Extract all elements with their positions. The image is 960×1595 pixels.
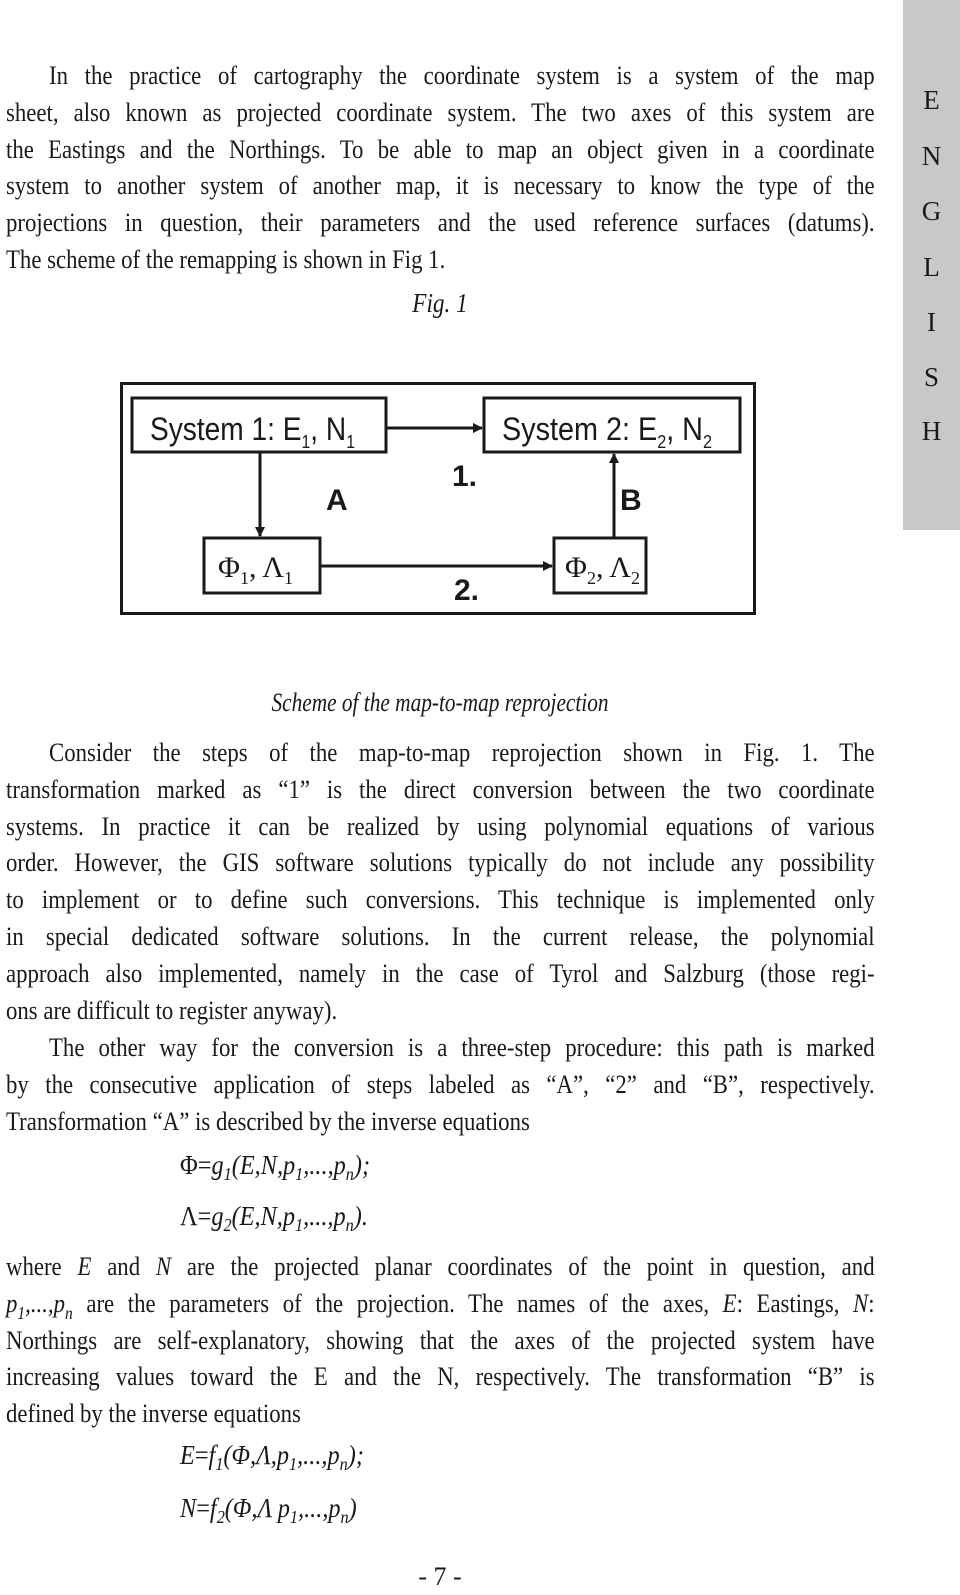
text-line: p1,...,pn are the parameters of the proj…	[6, 1287, 875, 1323]
paragraph-definitions: where E and N are the projected planar c…	[6, 1248, 875, 1432]
text-line: increasing values toward the E and the N…	[6, 1361, 875, 1392]
text-line: order. However, the GIS software solutio…	[6, 847, 875, 878]
edge-label-b: B	[620, 484, 642, 517]
text-line: to implement or to define such conversio…	[6, 884, 875, 915]
text-line: The other way for the conversion is a th…	[49, 1032, 875, 1062]
equation-phi: Φ=g1(E,N,p1,...,pn);	[180, 1150, 371, 1184]
text-line: where E and N are the projected planar c…	[6, 1251, 875, 1281]
language-side-tab: E N G L I S H	[903, 0, 960, 530]
side-tab-letter: G	[921, 196, 942, 226]
text-line: projections in question, their parameter…	[6, 207, 875, 238]
svg-text:Φ2, Λ2: Φ2, Λ2	[565, 551, 640, 588]
text-line: Transformation “A” is described by the i…	[6, 1105, 530, 1136]
paragraph-three-step: The other way for the conversion is a th…	[6, 1029, 875, 1139]
side-tab-letter: L	[923, 252, 940, 282]
text-line: Northings are self-explanatory, showing …	[6, 1324, 875, 1355]
equation-easting: E=f1(Φ,Λ,p1,...,pn);	[180, 1440, 364, 1474]
text-line: by the consecutive application of steps …	[6, 1068, 875, 1099]
text-line: In the practice of cartography the coord…	[49, 60, 875, 90]
edge-label-datum: 2.	[454, 574, 479, 607]
svg-text:System 2: E2, N2: System 2: E2, N2	[502, 411, 712, 452]
side-tab-letter: N	[921, 141, 942, 171]
figure-label: Fig. 1	[412, 288, 468, 318]
node-geographic-2: Φ2, Λ2	[552, 536, 648, 595]
text-line: defined by the inverse equations	[6, 1398, 301, 1429]
text-line: the Eastings and the Northings. To be ab…	[6, 133, 875, 164]
node-system-1: System 1: E1, N1	[130, 396, 388, 454]
edge-label-a: A	[326, 484, 348, 517]
side-tab-letter: H	[921, 416, 942, 446]
equation-northing: N=f2(Φ,Λ p1,...,pn)	[180, 1493, 357, 1527]
figure-caption: Scheme of the map-to-map reprojection	[271, 688, 609, 717]
reprojection-diagram: System 1: E1, N1 System 2: E2, N2 Φ1, Λ1…	[120, 382, 756, 615]
text-line: systems. In practice it can be realized …	[6, 810, 875, 841]
svg-text:System 1: E1, N1: System 1: E1, N1	[150, 411, 355, 452]
text-line: Consider the steps of the map-to-map rep…	[49, 737, 875, 767]
equation-lambda: Λ=g2(E,N,p1,...,pn).	[180, 1201, 368, 1235]
side-tab-letter: I	[927, 307, 936, 337]
paragraph-intro: In the practice of cartography the coord…	[6, 57, 875, 278]
text-line: transformation marked as “1” is the dire…	[6, 773, 875, 804]
side-tab-letter: S	[923, 362, 940, 392]
text-line: system to another system of another map,…	[6, 170, 875, 201]
text-line: in special dedicated software solutions.…	[6, 920, 875, 951]
svg-text:Φ1, Λ1: Φ1, Λ1	[218, 551, 293, 588]
side-tab-letter: E	[923, 85, 940, 115]
node-system-2: System 2: E2, N2	[482, 396, 742, 454]
paragraph-direct-conversion: Consider the steps of the map-to-map rep…	[6, 734, 875, 1028]
text-line: The scheme of the remapping is shown in …	[6, 243, 446, 274]
text-line: sheet, also known as projected coordinat…	[6, 96, 875, 127]
edge-label-direct: 1.	[452, 460, 477, 493]
node-geographic-1: Φ1, Λ1	[202, 536, 322, 595]
text-line: ons are difficult to register anyway).	[6, 994, 338, 1025]
text-line: approach also implemented, namely in the…	[6, 957, 875, 988]
page-number: - 7 -	[418, 1562, 462, 1591]
